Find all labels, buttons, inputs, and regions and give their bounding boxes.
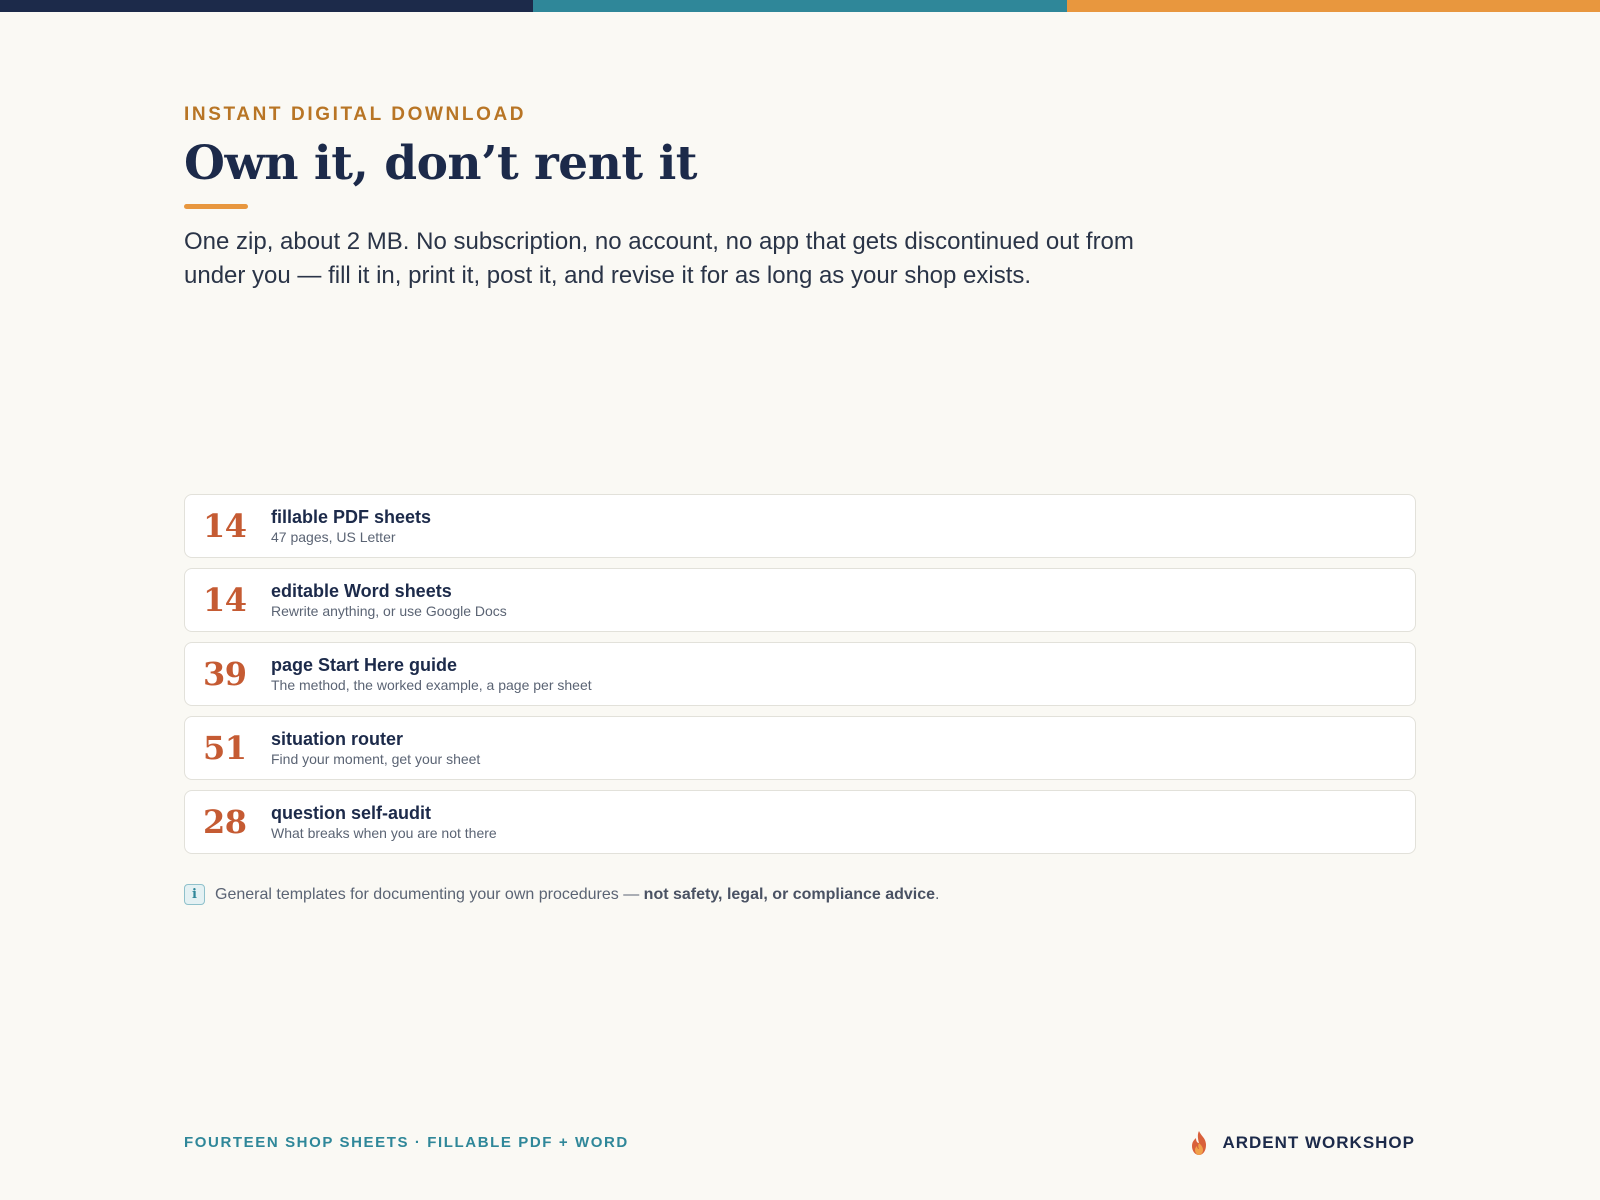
lede-paragraph: One zip, about 2 MB. No subscription, no…	[184, 228, 1134, 289]
stat-number: 39	[203, 655, 247, 693]
stats-list: 14 fillable PDF sheets 47 pages, US Lett…	[184, 494, 1416, 864]
stat-label: situation router	[271, 728, 404, 749]
stat-label: fillable PDF sheets	[271, 506, 432, 527]
stat-text: question self-audit What breaks when you…	[271, 803, 497, 842]
eyebrow-label: INSTANT DIGITAL DOWNLOAD	[184, 104, 527, 125]
stat-subtext: 47 pages, US Letter	[271, 528, 396, 545]
stat-subtext: What breaks when you are not there	[271, 824, 497, 841]
stat-text: page Start Here guide The method, the wo…	[271, 655, 592, 694]
stat-text: fillable PDF sheets 47 pages, US Letter	[271, 507, 431, 546]
disclaimer-emphasis: not safety, legal, or compliance advice	[643, 885, 936, 903]
stat-number: 51	[203, 729, 247, 767]
stat-card-guide: 39 page Start Here guide The method, the…	[184, 642, 1416, 706]
disclaimer-end: .	[935, 885, 940, 903]
flame-icon	[1192, 1131, 1207, 1155]
color-bar-navy	[0, 0, 534, 12]
footer-tagline: FOURTEEN SHOP SHEETS · FILLABLE PDF + WO…	[184, 1134, 629, 1151]
stat-card-self-audit: 28 question self-audit What breaks when …	[184, 790, 1416, 854]
stat-number: 28	[203, 803, 247, 841]
stat-label: editable Word sheets	[271, 580, 452, 601]
stat-card-router: 51 situation router Find your moment, ge…	[184, 716, 1416, 780]
page-title: Own it, don’t rent it	[184, 136, 698, 191]
footer-brand: ARDENT WORKSHOP	[1188, 1130, 1415, 1156]
hero-section: INSTANT DIGITAL DOWNLOAD Own it, don’t r…	[184, 104, 1184, 293]
title-underline	[184, 204, 248, 209]
stat-subtext: Find your moment, get your sheet	[271, 750, 481, 767]
stat-text: editable Word sheets Rewrite anything, o…	[271, 581, 507, 620]
top-color-bar	[0, 0, 1600, 12]
stat-subtext: Rewrite anything, or use Google Docs	[271, 602, 507, 619]
color-bar-teal	[533, 0, 1067, 12]
stat-card-word-sheets: 14 editable Word sheets Rewrite anything…	[184, 568, 1416, 632]
color-bar-orange	[1066, 0, 1600, 12]
disclaimer-body: General templates for documenting your o…	[215, 885, 644, 903]
stat-text: situation router Find your moment, get y…	[271, 729, 480, 768]
stat-card-pdf-sheets: 14 fillable PDF sheets 47 pages, US Lett…	[184, 494, 1416, 558]
stat-subtext: The method, the worked example, a page p…	[271, 676, 592, 693]
brand-name: ARDENT WORKSHOP	[1222, 1133, 1415, 1152]
stat-label: question self-audit	[271, 802, 432, 823]
info-icon: i	[184, 884, 205, 905]
stat-label: page Start Here guide	[271, 654, 458, 675]
stat-number: 14	[203, 507, 247, 545]
stat-number: 14	[203, 581, 247, 619]
disclaimer-note: i General templates for documenting your…	[184, 884, 939, 905]
disclaimer-text: General templates for documenting your o…	[215, 886, 939, 904]
